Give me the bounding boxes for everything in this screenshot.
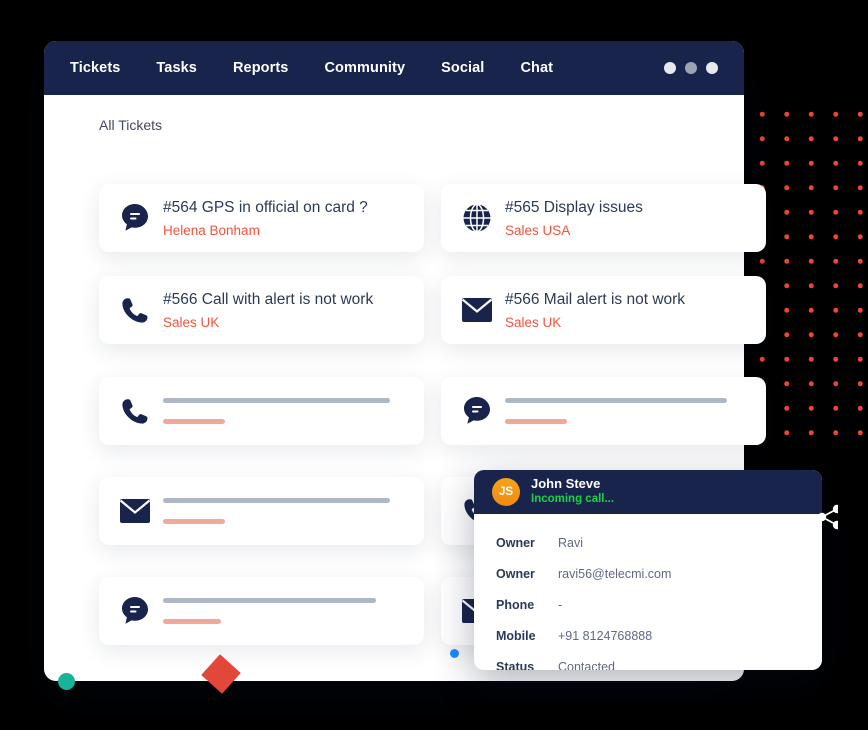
ticket-card[interactable]: #564 GPS in official on card ? Helena Bo…	[99, 184, 424, 252]
window-controls	[664, 62, 718, 74]
window-control-dot-1[interactable]	[664, 62, 676, 74]
pagination-dot[interactable]	[450, 649, 459, 658]
dot-grid-decoration	[748, 100, 868, 442]
ticket-card-placeholder[interactable]	[99, 577, 424, 645]
ticket-subtitle: Sales UK	[163, 314, 220, 330]
skeleton-title-bar	[505, 398, 727, 403]
skeleton-subtitle-bar	[163, 419, 225, 424]
ticket-card[interactable]: #566 Mail alert is not work Sales UK	[441, 276, 766, 344]
call-status-text: Incoming call...	[531, 493, 615, 506]
nav-item-social[interactable]: Social	[423, 60, 502, 76]
top-navigation-bar: Tickets Tasks Reports Community Social C…	[44, 41, 744, 95]
mail-icon	[449, 297, 505, 323]
nav-item-tickets[interactable]: Tickets	[70, 60, 138, 76]
caller-name: John Steve	[531, 476, 601, 492]
ticket-card-skeleton	[163, 598, 424, 624]
ticket-subtitle: Helena Bonham	[163, 222, 260, 238]
nav-item-tasks[interactable]: Tasks	[138, 60, 215, 76]
ticket-title: #565 Display issues	[505, 199, 643, 217]
detail-value: Contacted	[558, 659, 615, 671]
avatar: JS	[492, 478, 520, 506]
ticket-title: #566 Call with alert is not work	[163, 291, 374, 309]
skeleton-title-bar	[163, 498, 390, 503]
detail-label: Owner	[496, 566, 535, 581]
detail-value: ravi56@telecmi.com	[558, 566, 672, 581]
nav-item-chat[interactable]: Chat	[502, 60, 571, 76]
skeleton-subtitle-bar	[163, 519, 225, 524]
chat-bubble-icon	[449, 394, 505, 428]
nav-item-reports[interactable]: Reports	[215, 60, 307, 76]
detail-value: Ravi	[558, 535, 584, 550]
teal-circle-decoration	[58, 673, 75, 690]
ticket-subtitle: Sales UK	[505, 314, 562, 330]
caller-info: John Steve Incoming call...	[531, 476, 615, 506]
detail-row: Status Contacted	[496, 651, 822, 671]
detail-label: Mobile	[496, 628, 536, 643]
screen-root: Tickets Tasks Reports Community Social C…	[0, 0, 868, 730]
detail-label: Phone	[496, 597, 535, 612]
chat-bubble-icon	[107, 594, 163, 628]
ticket-subtitle: Sales USA	[505, 222, 571, 238]
share-icon[interactable]	[816, 504, 838, 530]
ticket-card-skeleton	[163, 398, 424, 424]
window-control-dot-2[interactable]	[685, 62, 697, 74]
ticket-card-skeleton	[505, 398, 766, 424]
ticket-card-placeholder[interactable]	[441, 377, 766, 445]
ticket-card-skeleton	[163, 498, 424, 524]
detail-row: Owner ravi56@telecmi.com	[496, 558, 822, 589]
nav-item-community[interactable]: Community	[306, 60, 423, 76]
ticket-title: #566 Mail alert is not work	[505, 291, 686, 309]
phone-icon	[107, 396, 163, 426]
detail-value: -	[558, 597, 563, 612]
page-title: All Tickets	[99, 117, 163, 133]
ticket-card-body: #566 Mail alert is not work Sales UK	[505, 290, 766, 329]
ticket-title: #564 GPS in official on card ?	[163, 199, 368, 217]
detail-row: Phone -	[496, 589, 822, 620]
phone-icon	[107, 295, 163, 325]
ticket-card[interactable]: #566 Call with alert is not work Sales U…	[99, 276, 424, 344]
detail-label: Owner	[496, 535, 535, 550]
ticket-card-placeholder[interactable]	[99, 377, 424, 445]
call-popup-header: JS John Steve Incoming call...	[474, 470, 822, 514]
detail-row: Owner Ravi	[496, 527, 822, 558]
skeleton-subtitle-bar	[505, 419, 567, 424]
incoming-call-popup: JS John Steve Incoming call... Owner Rav…	[474, 470, 822, 670]
skeleton-title-bar	[163, 398, 390, 403]
mail-icon	[107, 498, 163, 524]
window-control-dot-3[interactable]	[706, 62, 718, 74]
call-popup-details: Owner Ravi Owner ravi56@telecmi.com Phon…	[474, 514, 822, 671]
ticket-card-body: #564 GPS in official on card ? Helena Bo…	[163, 198, 424, 237]
ticket-card[interactable]: #565 Display issues Sales USA	[441, 184, 766, 252]
ticket-card-placeholder[interactable]	[99, 477, 424, 545]
detail-label: Status	[496, 659, 535, 671]
chat-bubble-icon	[107, 201, 163, 235]
skeleton-subtitle-bar	[163, 619, 221, 624]
nav-menu: Tickets Tasks Reports Community Social C…	[70, 60, 571, 76]
ticket-card-body: #566 Call with alert is not work Sales U…	[163, 290, 424, 329]
skeleton-title-bar	[163, 598, 376, 603]
globe-icon	[449, 202, 505, 234]
ticket-card-body: #565 Display issues Sales USA	[505, 198, 766, 237]
detail-row: Mobile +91 8124768888	[496, 620, 822, 651]
detail-value: +91 8124768888	[558, 628, 653, 643]
